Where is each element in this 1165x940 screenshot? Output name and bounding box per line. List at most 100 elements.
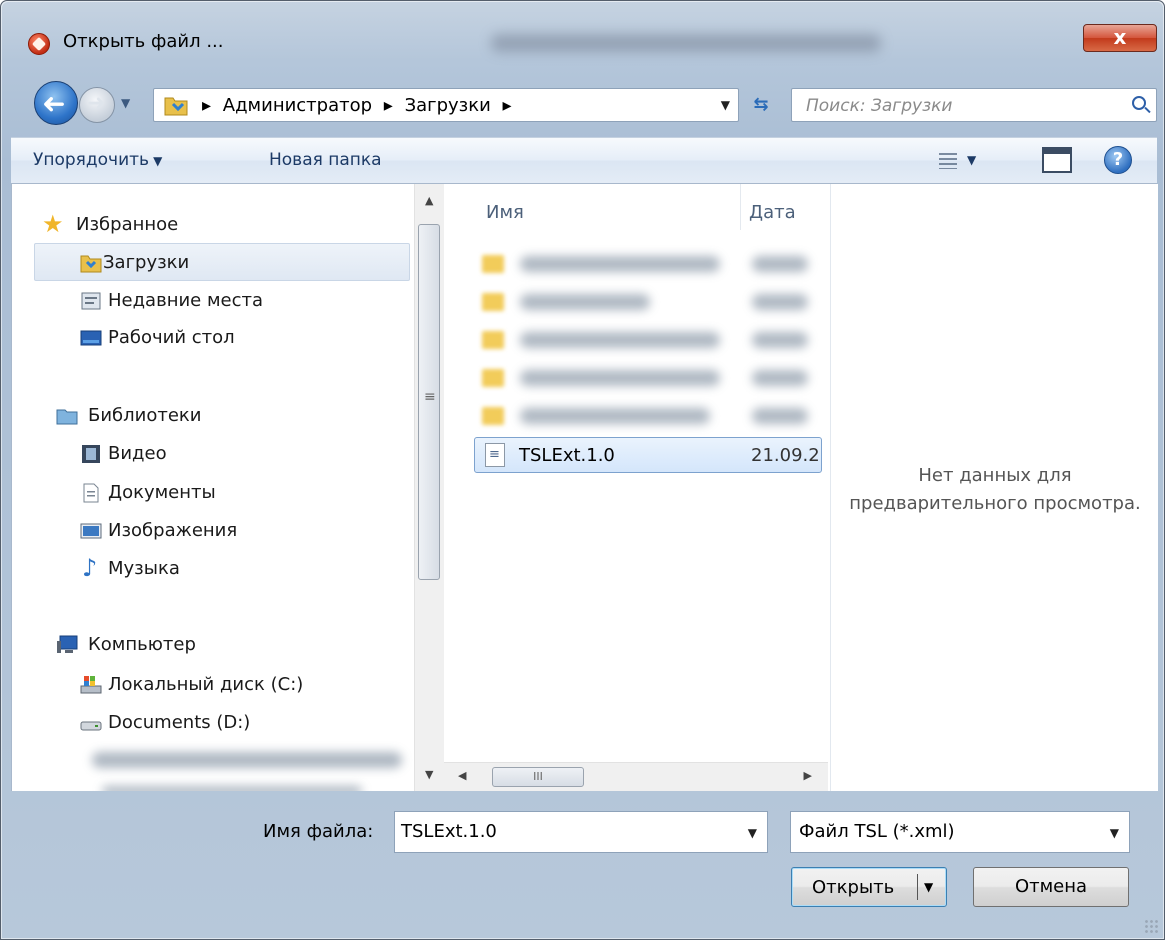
forward-button[interactable]: [79, 87, 115, 123]
blurred-drive-item: [92, 752, 402, 768]
list-item[interactable]: [474, 398, 822, 434]
cancel-button[interactable]: Отмена: [973, 867, 1129, 907]
preview-pane-icon[interactable]: [1042, 147, 1072, 173]
recent-locations-dropdown[interactable]: ▼: [121, 96, 130, 110]
xml-file-icon: [485, 443, 505, 467]
views-button[interactable]: ▼: [939, 149, 999, 175]
app-icon: [28, 33, 50, 55]
new-folder-button[interactable]: Новая папка: [269, 150, 382, 170]
folder-icon: [482, 293, 504, 311]
column-divider[interactable]: [740, 184, 741, 230]
nav-item-recent-places[interactable]: Недавние места: [12, 282, 410, 320]
resize-grip[interactable]: [1144, 919, 1158, 933]
column-header-date[interactable]: Дата: [749, 202, 796, 223]
list-item[interactable]: [474, 284, 822, 320]
nav-item-downloads[interactable]: Загрузки: [34, 243, 410, 281]
chevron-down-icon[interactable]: ▼: [1110, 826, 1119, 840]
nav-header-computer[interactable]: Компьютер: [12, 626, 410, 664]
nav-header-favorites[interactable]: ★ Избранное: [12, 206, 410, 244]
folder-icon: [482, 331, 504, 349]
window-title: Открыть файл ...: [63, 31, 224, 52]
open-button[interactable]: Открыть ▼: [791, 867, 947, 907]
preview-pane: Нет данных для предварительного просмотр…: [830, 184, 1158, 791]
chevron-down-icon: ▼: [967, 153, 977, 167]
blurred-file-date: [752, 408, 808, 424]
nav-item-label: Изображения: [108, 520, 238, 541]
preview-message-line: предварительного просмотра.: [849, 493, 1141, 514]
title-bar[interactable]: Открыть файл ... x: [1, 1, 1164, 69]
pictures-icon: [80, 523, 102, 539]
folder-icon: [482, 255, 504, 273]
documents-icon: [83, 483, 99, 503]
filename-label: Имя файла:: [263, 821, 374, 842]
nav-item-music[interactable]: ♪ Музыка: [12, 550, 410, 588]
filename-input[interactable]: TSLExt.1.0 ▼: [394, 811, 768, 853]
nav-item-documents[interactable]: Документы: [12, 474, 410, 512]
computer-icon: [57, 635, 78, 653]
nav-item-label: Рабочий стол: [108, 327, 235, 348]
nav-pane-scrollbar[interactable]: ▲ ▼: [414, 184, 444, 791]
blurred-file-date: [752, 294, 808, 310]
content-area: ★ Избранное Загрузки Недавние места Рабо…: [11, 184, 1158, 791]
navigation-pane: ★ Избранное Загрузки Недавние места Рабо…: [12, 184, 432, 791]
nav-item-video[interactable]: Видео: [12, 435, 410, 473]
organize-button[interactable]: Упорядочить ▼: [33, 150, 162, 170]
nav-item-pictures[interactable]: Изображения: [12, 512, 410, 550]
list-item[interactable]: [474, 246, 822, 282]
scroll-up-icon[interactable]: ▲: [425, 194, 433, 207]
file-list: Имя Дата ≡ TSLExt.1.0 21.09.2 ◀ III ▶: [444, 184, 829, 791]
breadcrumb-separator: ▸: [502, 95, 512, 116]
filetype-select[interactable]: Файл TSL (*.xml) ▼: [790, 811, 1130, 853]
nav-header-label: Избранное: [76, 214, 179, 235]
nav-item-label: Documents (D:): [108, 712, 251, 733]
organize-label: Упорядочить: [33, 150, 150, 170]
downloads-folder-icon: [80, 255, 102, 273]
chevron-down-icon[interactable]: ▼: [924, 880, 933, 894]
scroll-down-icon[interactable]: ▼: [425, 768, 433, 781]
scrollbar-thumb[interactable]: [418, 224, 440, 580]
nav-item-documents-d[interactable]: Documents (D:): [12, 704, 410, 742]
nav-header-libraries[interactable]: Библиотеки: [12, 397, 410, 435]
folder-icon: [482, 369, 504, 387]
split-divider: [917, 874, 918, 900]
folder-icon: [164, 97, 188, 116]
breadcrumb-item-downloads[interactable]: Загрузки: [405, 95, 491, 116]
chevron-down-icon: ▼: [153, 154, 163, 168]
nav-item-desktop[interactable]: Рабочий стол: [12, 319, 410, 357]
list-item-selected[interactable]: TSLExt.1.0 21.09.2: [474, 437, 822, 473]
scrollbar-thumb[interactable]: III: [492, 767, 584, 787]
open-button-label: Открыть: [812, 877, 895, 898]
search-icon[interactable]: [1132, 96, 1146, 110]
scroll-right-icon[interactable]: ▶: [804, 769, 812, 782]
nav-item-local-disk-c[interactable]: Локальный диск (C:): [12, 666, 410, 704]
refresh-icon[interactable]: ⇆: [741, 88, 781, 122]
blurred-file-date: [752, 332, 808, 348]
blurred-file-date: [752, 256, 808, 272]
nav-item-label: Недавние места: [108, 290, 264, 311]
list-item[interactable]: [474, 322, 822, 358]
address-dropdown-icon[interactable]: ▼: [721, 98, 730, 112]
column-header-name[interactable]: Имя: [486, 202, 524, 223]
blurred-file-name: [520, 332, 720, 348]
address-bar[interactable]: ▸ Администратор ▸ Загрузки ▸ ▼: [153, 88, 739, 122]
chevron-down-icon[interactable]: ▼: [748, 826, 757, 840]
file-list-horizontal-scrollbar[interactable]: ◀ III ▶: [444, 762, 828, 791]
filename-value: TSLExt.1.0: [401, 821, 497, 842]
nav-item-label: Загрузки: [103, 252, 190, 273]
search-input[interactable]: Поиск: Загрузки: [791, 88, 1157, 122]
close-button[interactable]: x: [1083, 24, 1157, 52]
nav-header-label: Компьютер: [88, 634, 196, 655]
blurred-title-area: [491, 34, 881, 52]
list-item[interactable]: [474, 360, 822, 396]
help-icon[interactable]: ?: [1104, 146, 1132, 174]
folder-icon: [482, 407, 504, 425]
views-icon: [939, 153, 957, 169]
file-date: 21.09.2: [751, 445, 820, 466]
preview-message-line: Нет данных для: [918, 465, 1072, 486]
nav-item-label: Видео: [108, 443, 167, 464]
blurred-file-name: [520, 408, 710, 424]
back-button[interactable]: [34, 81, 78, 125]
recent-places-icon: [81, 292, 101, 310]
scroll-left-icon[interactable]: ◀: [458, 769, 466, 782]
breadcrumb-item-admin[interactable]: Администратор: [223, 95, 372, 116]
